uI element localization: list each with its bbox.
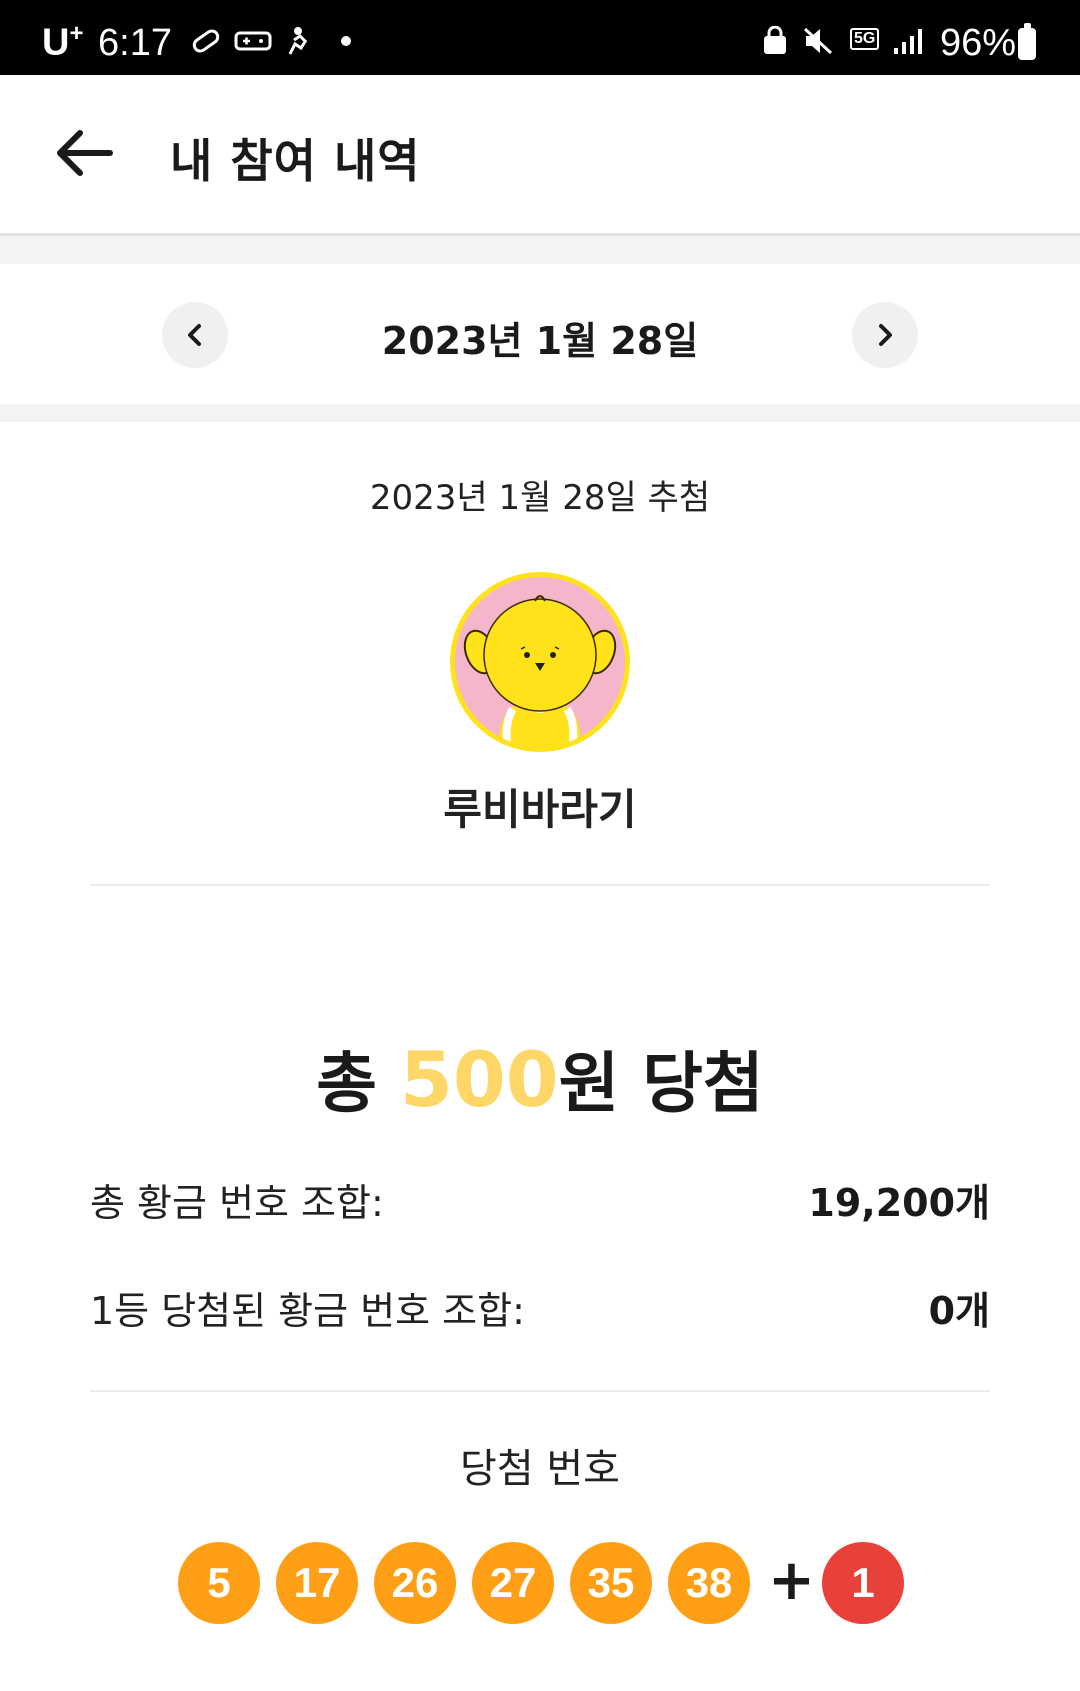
page-title: 내 참여 내역 [170,134,421,188]
next-date-button[interactable] [852,302,918,368]
arrow-left-icon [57,130,113,176]
number-ball: 35 [570,1542,652,1624]
app-header: 내 참여 내역 [0,75,1080,236]
divider [90,1390,990,1392]
pill-icon [190,26,222,56]
game-controller-icon [234,26,272,56]
chevron-right-icon [879,324,892,346]
winning-numbers-label: 당첨 번호 [460,1446,620,1492]
number-ball: 26 [374,1542,456,1624]
chick-character-icon [463,595,617,747]
number-ball: 17 [276,1542,358,1624]
number-ball: 5 [178,1542,260,1624]
winning-numbers: 5 17 26 27 35 38 + 1 [0,1542,1080,1624]
date-navigator: 2023년 1월 28일 [0,264,1080,404]
number-ball: 38 [668,1542,750,1624]
back-button[interactable] [50,123,116,183]
section-gap [0,236,1080,264]
running-person-icon [284,26,312,56]
plus-sign: + [768,1548,815,1613]
network-5g-icon: 5G [850,24,880,54]
draw-date: 2023년 1월 28일 추첨 [369,478,711,518]
status-bar: U+ 6:17 5G 96% [0,0,1080,75]
total-combos-label: 총 황금 번호 조합: [90,1181,384,1225]
total-prefix: 총 [316,1045,400,1122]
total-combos-row: 총 황금 번호 조합: 19,200개 [90,1172,990,1232]
battery-percent: 96% [940,22,1017,64]
signal-icon [892,26,926,56]
divider [90,884,990,886]
current-date: 2023년 1월 28일 [381,319,699,363]
battery-icon [1018,23,1036,60]
nickname: 루비바라기 [443,785,637,834]
first-prize-value: 0개 [928,1289,990,1333]
carrier-label: U+ [42,20,84,64]
number-ball: 27 [472,1542,554,1624]
total-suffix: 원 당첨 [558,1045,764,1122]
total-combos-value: 19,200개 [808,1181,990,1225]
prize-amount: 500 [399,1035,559,1124]
section-gap [0,404,1080,422]
mute-icon [802,26,834,56]
avatar [450,572,630,752]
status-time: 6:17 [98,22,172,64]
notification-dot-icon [340,26,352,56]
total-prize-headline: 총 500원 당첨 [0,1030,1080,1126]
first-prize-label: 1등 당첨된 황금 번호 조합: [90,1289,525,1333]
lock-recycle-icon [762,26,788,56]
first-prize-row: 1등 당첨된 황금 번호 조합: 0개 [90,1280,990,1340]
bonus-ball: 1 [822,1542,904,1624]
